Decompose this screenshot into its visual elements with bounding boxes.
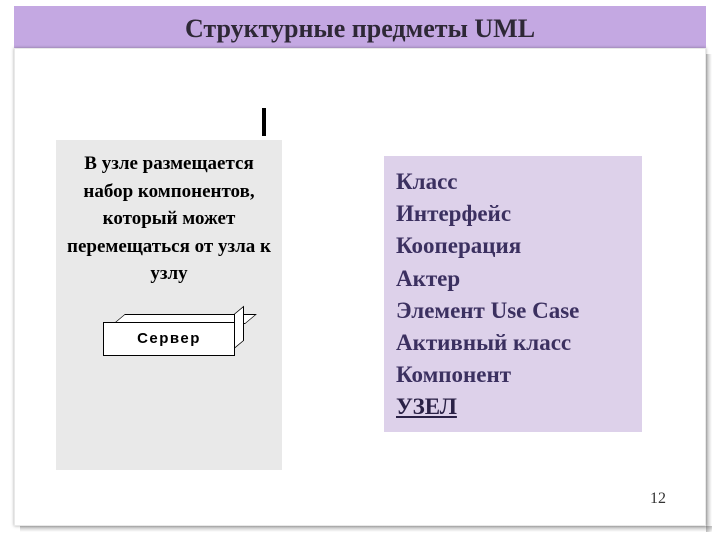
page-number: 12 bbox=[650, 490, 666, 508]
cuboid-icon: Сервер bbox=[103, 322, 235, 364]
slide: Структурные предметы UML В узле размещае… bbox=[0, 0, 720, 540]
text-cursor bbox=[262, 108, 266, 136]
list-item: Элемент Use Case bbox=[396, 295, 630, 327]
page-title: Структурные предметы UML bbox=[185, 14, 535, 44]
list-item: Актер bbox=[396, 263, 630, 295]
list-item: Кооперация bbox=[396, 230, 630, 262]
items-panel: Класс Интерфейс Кооперация Актер Элемент… bbox=[384, 156, 642, 432]
content-frame: В узле размещается набор компонентов, ко… bbox=[14, 48, 706, 526]
list-item: Интерфейс bbox=[396, 198, 630, 230]
node-description: В узле размещается набор компонентов, ко… bbox=[64, 150, 274, 288]
list-item: Класс bbox=[396, 166, 630, 198]
list-item-emphasized: УЗЕЛ bbox=[396, 391, 630, 423]
title-bar: Структурные предметы UML bbox=[14, 6, 706, 52]
description-panel: В узле размещается набор компонентов, ко… bbox=[56, 140, 282, 470]
list-item: Активный класс bbox=[396, 327, 630, 359]
shadow bbox=[20, 526, 712, 532]
list-item: Компонент bbox=[396, 359, 630, 391]
server-label: Сервер bbox=[103, 322, 235, 356]
server-node-diagram: Сервер bbox=[64, 322, 274, 364]
